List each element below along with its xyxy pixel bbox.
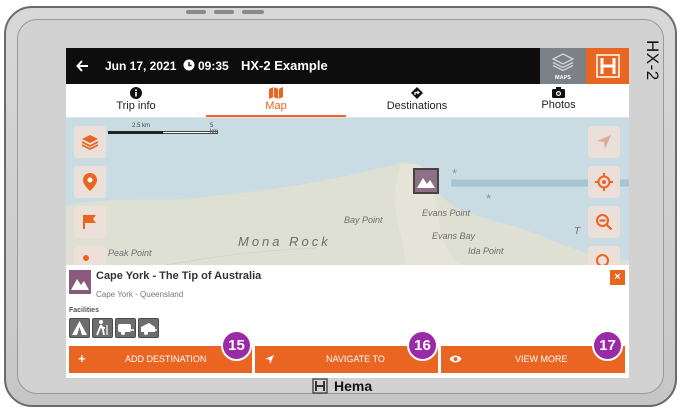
poi-marker[interactable]: [413, 168, 439, 194]
plus-icon: +: [78, 351, 86, 366]
camper-trailer-icon: [138, 318, 159, 338]
trip-time: 09:35: [198, 59, 229, 73]
maps-label: MAPS: [555, 75, 571, 81]
zoom-out-button[interactable]: [588, 206, 620, 238]
flag-icon: [83, 215, 96, 229]
brand-label: Hema: [334, 378, 373, 394]
active-tab-indicator: [206, 115, 346, 117]
maps-layer-button[interactable]: MAPS: [540, 48, 586, 84]
navigate-arrow-button[interactable]: [588, 126, 620, 158]
map-marker-star: *: [452, 166, 458, 181]
back-arrow-icon[interactable]: [76, 59, 90, 73]
model-label: HX-2: [643, 40, 662, 81]
caravan-icon: [115, 318, 136, 338]
location-pin-button[interactable]: [74, 166, 106, 198]
map-place-label: Mona Rock: [238, 234, 331, 249]
layers-icon: [552, 53, 574, 71]
map-icon: [269, 87, 283, 99]
layers-button[interactable]: [74, 126, 106, 158]
clock-icon: [183, 59, 195, 71]
zoom-in-button[interactable]: [588, 246, 620, 265]
crosshair-icon: [595, 173, 613, 191]
tab-label: Map: [265, 100, 287, 112]
button-label: ADD DESTINATION: [125, 354, 207, 364]
facilities-label: Facilities: [69, 307, 99, 314]
map-marker-star: *: [486, 191, 492, 206]
map-place-label: Bay Point: [344, 215, 383, 225]
info-icon: [130, 87, 142, 99]
map-scale: 2.5 km 5 km: [108, 123, 218, 135]
tab-photos[interactable]: Photos: [488, 84, 629, 116]
map-place-label: Evans Bay: [432, 231, 476, 241]
location-pin-icon: [83, 173, 97, 191]
layers-icon: [81, 135, 99, 150]
tab-destinations[interactable]: Destinations: [346, 84, 488, 116]
hardware-button: [214, 10, 234, 14]
app-screen: Jun 17, 2021 09:35 HX-2 Example MAPS Tri…: [66, 48, 629, 378]
scale-label: 2.5 km: [132, 123, 151, 129]
diamond-turn-icon: [411, 87, 423, 99]
camping-icon: [69, 318, 90, 338]
callout-badge: 17: [592, 330, 623, 361]
scale-label: 5 km: [210, 123, 218, 135]
close-button[interactable]: ×: [610, 270, 625, 285]
my-location-button[interactable]: [588, 166, 620, 198]
button-label: VIEW MORE: [515, 354, 568, 364]
button-label: NAVIGATE TO: [326, 354, 385, 364]
tab-label: Photos: [541, 99, 576, 111]
tab-label: Trip info: [116, 100, 156, 112]
map-background: [66, 162, 629, 265]
map-place-label: T: [574, 226, 581, 237]
trip-date: Jun 17, 2021: [105, 59, 177, 73]
tab-label: Destinations: [386, 100, 448, 112]
place-title: Cape York - The Tip of Australia: [96, 270, 262, 282]
eye-icon: [449, 355, 462, 363]
page-title: HX-2 Example: [241, 58, 328, 73]
hardware-button: [242, 10, 264, 14]
hiking-icon: [92, 318, 113, 338]
zoom-in-icon: [596, 254, 609, 265]
mountain-icon: [71, 279, 89, 290]
top-bar: Jun 17, 2021 09:35 HX-2 Example MAPS: [66, 48, 629, 84]
tab-bar: Trip info Map Destinations Photos: [66, 84, 629, 118]
flag-button[interactable]: [74, 206, 106, 238]
map-place-label: Ida Point: [468, 246, 504, 256]
callout-badge: 16: [407, 330, 438, 361]
hema-logo-icon: [596, 54, 620, 78]
map-place-label: Evans Point: [422, 208, 471, 218]
tab-trip-info[interactable]: Trip info: [66, 84, 206, 116]
hema-home-button[interactable]: [586, 48, 629, 84]
scale-bar-fill: [108, 131, 163, 134]
zoom-out-icon: [596, 214, 613, 231]
mountain-icon: [417, 178, 435, 188]
hardware-button: [186, 10, 206, 14]
navigation-arrow-icon: [597, 135, 611, 149]
map-place-label: Peak Point: [108, 248, 152, 258]
route-icon: [83, 255, 89, 261]
place-detail-panel: × Cape York - The Tip of Australia Cape …: [66, 265, 629, 378]
place-thumbnail: [69, 270, 91, 294]
navigation-arrow-icon: [265, 355, 274, 364]
route-button[interactable]: [74, 246, 106, 265]
tab-map[interactable]: Map: [206, 84, 346, 116]
brand-logo: Hema: [312, 378, 372, 394]
callout-badge: 15: [221, 330, 252, 361]
camera-icon: [552, 87, 565, 98]
hema-logo-icon: [312, 378, 328, 394]
map-view[interactable]: 2.5 km 5 km Bay Point Evans Point Evans …: [66, 118, 629, 265]
place-subtitle: Cape York - Queensland: [96, 290, 184, 299]
